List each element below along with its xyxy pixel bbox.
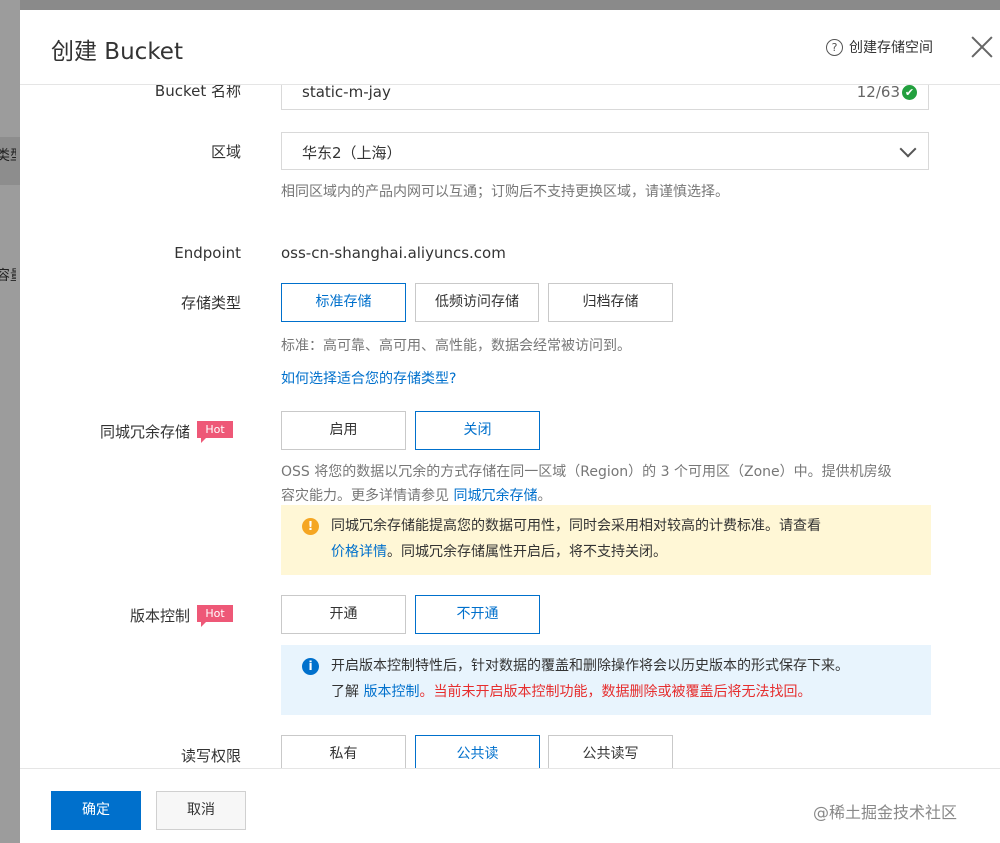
versioning-enable[interactable]: 开通 xyxy=(281,595,406,634)
endpoint-value: oss-cn-shanghai.aliyuncs.com xyxy=(281,244,506,262)
check-icon: ✔ xyxy=(902,85,917,100)
help-link-label: 创建存储空间 xyxy=(849,40,933,56)
versioning-warning-text: 。当前未开启版本控制功能，数据删除或被覆盖后将无法找回。 xyxy=(419,684,812,700)
region-hint: 相同区域内的产品内网可以互通；订购后不支持更换区域，请谨慎选择。 xyxy=(281,184,729,200)
hot-badge: Hot xyxy=(197,605,233,627)
region-value: 华东2（上海） xyxy=(302,144,402,162)
region-select[interactable]: 华东2（上海） xyxy=(281,132,929,170)
info-line1: 开启版本控制特性后，针对数据的覆盖和删除操作将会以历史版本的形式保存下来。 xyxy=(331,658,849,674)
hot-badge: Hot xyxy=(197,421,233,443)
warning-line2-text: 。同城冗余存储属性开启后，将不支持关闭。 xyxy=(387,544,667,560)
storage-option-infrequent[interactable]: 低频访问存储 xyxy=(415,283,539,322)
dialog-title: 创建 Bucket xyxy=(51,39,183,65)
bucket-name-counter: 12/63 xyxy=(856,83,900,101)
price-detail-link[interactable]: 价格详情 xyxy=(331,544,387,560)
storage-type-help-link[interactable]: 如何选择适合您的存储类型? xyxy=(281,367,456,391)
help-link[interactable]: ? 创建存储空间 xyxy=(826,37,933,57)
close-icon[interactable] xyxy=(970,35,994,59)
bucket-name-value: static-m-jay xyxy=(302,83,391,101)
watermark: @稀土掘金技术社区 xyxy=(813,803,958,822)
question-icon: ? xyxy=(826,38,843,56)
confirm-button[interactable]: 确定 xyxy=(51,791,141,830)
warning-line1: 同城冗余存储能提高您的数据可用性，同时会采用相对较高的计费标准。请查看 xyxy=(331,518,821,534)
create-bucket-dialog: Bucket 名称 static-m-jay 12/63 ✔ 区域 华东2（上海… xyxy=(20,10,1000,843)
zone-redundancy-description: OSS 将您的数据以冗余的方式存储在同一区域（Region）的 3 个可用区（Z… xyxy=(281,460,941,508)
storage-option-standard[interactable]: 标准存储 xyxy=(281,283,406,322)
zone-redundancy-doc-link[interactable]: 同城冗余存储 xyxy=(453,488,537,504)
versioning-info: i 开启版本控制特性后，针对数据的覆盖和删除操作将会以历史版本的形式保存下来。 … xyxy=(281,645,931,715)
storage-type-label: 存储类型 xyxy=(180,294,241,312)
info-icon: i xyxy=(302,658,319,675)
background-page: 类型 容量 xyxy=(0,0,20,843)
versioning-doc-link[interactable]: 版本控制 xyxy=(363,684,419,700)
background-fragment: 容量 xyxy=(0,268,16,284)
chevron-down-icon xyxy=(899,140,917,158)
zone-redundancy-desc-text: 容灾能力。更多详情请参见 xyxy=(281,488,449,504)
info-line2: 了解 版本控制。当前未开启版本控制功能，数据删除或被覆盖后将无法找回。 xyxy=(331,679,921,705)
zone-redundancy-desc-line1: OSS 将您的数据以冗余的方式存储在同一区域（Region）的 3 个可用区（Z… xyxy=(281,464,892,480)
zone-redundancy-label: 同城冗余存储 xyxy=(100,423,191,441)
versioning-label: 版本控制 xyxy=(130,607,191,625)
zone-redundancy-enable[interactable]: 启用 xyxy=(281,411,406,450)
cancel-button[interactable]: 取消 xyxy=(156,791,246,830)
dialog-body: Bucket 名称 static-m-jay 12/63 ✔ 区域 华东2（上海… xyxy=(20,10,1000,774)
warning-line2: 价格详情。同城冗余存储属性开启后，将不支持关闭。 xyxy=(331,539,921,565)
region-label: 区域 xyxy=(210,143,241,161)
acl-label: 读写权限 xyxy=(180,747,241,765)
storage-type-hint: 标准：高可靠、高可用、高性能，数据会经常被访问到。 xyxy=(281,338,631,354)
dialog-footer: 确定 取消 @稀土掘金技术社区 xyxy=(20,768,1000,843)
storage-option-archive[interactable]: 归档存储 xyxy=(548,283,673,322)
endpoint-label: Endpoint xyxy=(174,244,241,262)
dialog-header: 创建 Bucket ? 创建存储空间 xyxy=(20,10,1000,85)
versioning-disable[interactable]: 不开通 xyxy=(415,595,540,634)
warning-text: 同城冗余存储能提高您的数据可用性，同时会采用相对较高的计费标准。请查看 价格详情… xyxy=(331,513,921,565)
warning-icon: ! xyxy=(302,518,319,535)
zone-redundancy-desc-end: 。 xyxy=(537,488,552,504)
info-prefix: 了解 xyxy=(331,684,359,700)
zone-redundancy-disable[interactable]: 关闭 xyxy=(415,411,540,450)
info-text: 开启版本控制特性后，针对数据的覆盖和删除操作将会以历史版本的形式保存下来。 了解… xyxy=(331,653,921,705)
zone-redundancy-warning: ! 同城冗余存储能提高您的数据可用性，同时会采用相对较高的计费标准。请查看 价格… xyxy=(281,505,931,575)
background-fragment: 类型 xyxy=(0,148,16,164)
